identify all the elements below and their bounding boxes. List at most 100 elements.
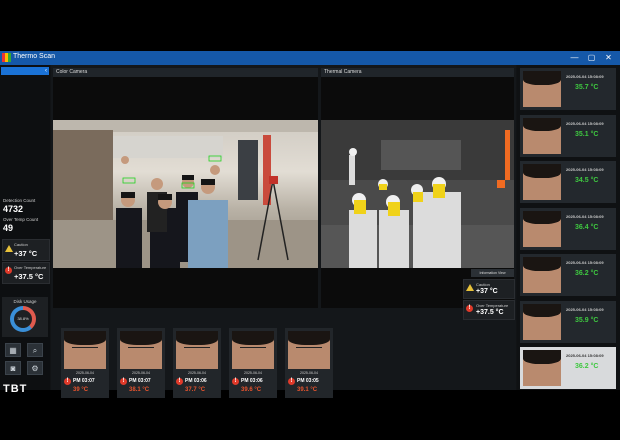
face-image [523, 164, 561, 200]
alert-icon: ! [5, 267, 12, 274]
face-image [523, 71, 561, 107]
alert-icon: ! [288, 378, 295, 385]
color-camera-header: Color Camera [53, 68, 318, 77]
thermal-caution-value: +37 °C [476, 288, 498, 295]
history-card[interactable]: 2025-06-04 15:08:09 35.9 °C [520, 300, 616, 343]
window-title: Thermo Scan [13, 53, 56, 60]
thumbnail-temp: 38.1 °C [129, 387, 150, 393]
history-card[interactable]: 2025-06-04 15:08:09 36.2 °C [520, 347, 616, 389]
thumbnail-temp: 39.1 °C [297, 387, 318, 393]
alert-thumbnail[interactable]: 2025-06-04! PM 03:07 39 °C [61, 328, 109, 398]
face-image [176, 331, 218, 369]
detection-history-panel: 2025-06-04 15:08:09 35.7 °C 2025-06-04 15:… [517, 65, 620, 390]
caution-value: +37 °C [14, 249, 38, 258]
thumbnail-time: PM 03:06 [185, 378, 207, 384]
history-card[interactable]: 2025-06-04 15:08:09 36.2 °C [520, 254, 616, 296]
thermal-caution-label: Caution [476, 282, 490, 287]
detection-count-value: 4732 [3, 204, 24, 214]
thumbnail-date: 2025-06-04 [188, 371, 206, 375]
history-temp: 35.9 °C [575, 316, 599, 324]
alert-thumbnail[interactable]: 2025-06-04! PM 03:05 39.1 °C [285, 328, 333, 398]
thumbnail-time: PM 03:05 [297, 378, 319, 384]
history-date: 2025-06-04 15:08:09 [566, 260, 604, 265]
camera-area: Color Camera Thermal Camera Information … [51, 65, 516, 398]
over-temp-value: +37.5 °C [14, 272, 44, 281]
history-card[interactable]: 2025-06-04 15:08:09 35.7 °C [520, 68, 616, 110]
history-card[interactable]: 2025-06-04 15:08:09 34.5 °C [520, 161, 616, 203]
face-image [523, 117, 561, 154]
warning-icon [5, 245, 13, 252]
caution-label: Caution [14, 242, 28, 247]
thumbnail-time: PM 03:07 [129, 378, 151, 384]
face-image [523, 210, 561, 247]
alert-icon: ! [466, 305, 473, 312]
thermal-caution-card: Caution +37 °C [463, 279, 515, 299]
caution-card: Caution +37 °C [2, 239, 50, 261]
title-bar: Thermo Scan — ▢ ✕ [0, 51, 620, 65]
thermal-over-card: ! Over Temperature +37.5 °C [463, 300, 515, 320]
face-image [232, 331, 274, 369]
alert-icon: ! [64, 378, 71, 385]
close-button[interactable]: ✕ [602, 52, 615, 64]
gear-icon[interactable]: ⚙ [27, 361, 43, 375]
thermal-camera-feed[interactable] [321, 120, 514, 268]
disk-usage-card: Disk Usage 38.8% [2, 297, 48, 337]
history-temp: 35.1 °C [575, 130, 599, 138]
history-temp: 35.7 °C [575, 84, 599, 91]
face-image [64, 331, 106, 369]
thumbnail-temp: 39 °C [73, 387, 89, 393]
face-image [523, 257, 561, 293]
warning-icon [466, 284, 474, 291]
face-image [120, 331, 162, 369]
history-card[interactable]: 2025-06-04 15:08:09 35.1 °C [520, 114, 616, 157]
disk-usage-value: 38.8% [14, 310, 32, 328]
thumbnail-time: PM 03:06 [241, 378, 263, 384]
minimize-button[interactable]: — [568, 52, 581, 64]
history-date: 2025-06-04 15:08:09 [566, 306, 604, 312]
face-image [523, 350, 561, 386]
over-temp-count-label: Over Temp Count [3, 217, 39, 222]
thermal-camera-header: Thermal Camera [321, 68, 514, 77]
left-panel: ‹ Detection Count 4732 Over Temp Count 4… [0, 65, 50, 395]
history-date: 2025-06-04 15:08:09 [566, 120, 604, 126]
over-temp-card: ! Over Temperature +37.5 °C [2, 262, 50, 284]
history-date: 2025-06-04 15:08:09 [566, 167, 604, 172]
detection-count-label: Detection Count [3, 198, 36, 203]
alert-thumbnail[interactable]: 2025-06-04! PM 03:06 39.6 °C [229, 328, 277, 398]
gallery-icon[interactable]: ▦ [5, 343, 21, 357]
color-camera-feed[interactable] [53, 120, 318, 268]
history-temp: 36.4 °C [575, 223, 599, 231]
thumbnail-date: 2025-06-04 [300, 371, 318, 375]
history-date: 2025-06-04 15:08:09 [566, 213, 604, 219]
history-card[interactable]: 2025-06-04 15:08:09 36.4 °C [520, 207, 616, 250]
thumbnail-date: 2025-06-04 [244, 371, 262, 375]
face-image [288, 331, 330, 369]
history-temp: 34.5 °C [575, 177, 599, 184]
alert-icon: ! [232, 378, 239, 385]
alert-thumbnail[interactable]: 2025-06-04! PM 03:06 37.7 °C [173, 328, 221, 398]
color-scene [53, 120, 318, 268]
over-temp-count-value: 49 [3, 223, 14, 233]
face-image [523, 303, 561, 340]
disk-usage-label: Disk Usage [13, 299, 37, 304]
information-view-label: Information View [471, 269, 514, 277]
thumbnail-time: PM 03:07 [73, 378, 95, 384]
capture-icon[interactable]: ◙ [5, 361, 21, 375]
thumbnail-date: 2025-06-04 [76, 371, 94, 375]
panel-toggle-button[interactable]: ‹ [1, 67, 49, 75]
app-window: Thermo Scan — ▢ ✕ ‹ Detection Count 4732… [0, 51, 620, 398]
app-icon [2, 53, 11, 62]
history-temp: 36.2 °C [575, 270, 599, 277]
search-icon[interactable]: ⌕ [27, 343, 43, 357]
thumbnail-date: 2025-06-04 [132, 371, 150, 375]
alert-icon: ! [120, 378, 127, 385]
thumbnail-temp: 37.7 °C [185, 387, 206, 393]
alert-icon: ! [176, 378, 183, 385]
over-temp-label: Over Temperature [14, 265, 47, 270]
brand-logo: TBT [3, 383, 28, 395]
thermal-over-value: +37.5 °C [476, 309, 504, 316]
maximize-button[interactable]: ▢ [585, 52, 598, 64]
history-date: 2025-06-04 15:08:09 [566, 353, 604, 358]
thumbnail-temp: 39.6 °C [241, 387, 262, 393]
alert-thumbnail[interactable]: 2025-06-04! PM 03:07 38.1 °C [117, 328, 165, 398]
